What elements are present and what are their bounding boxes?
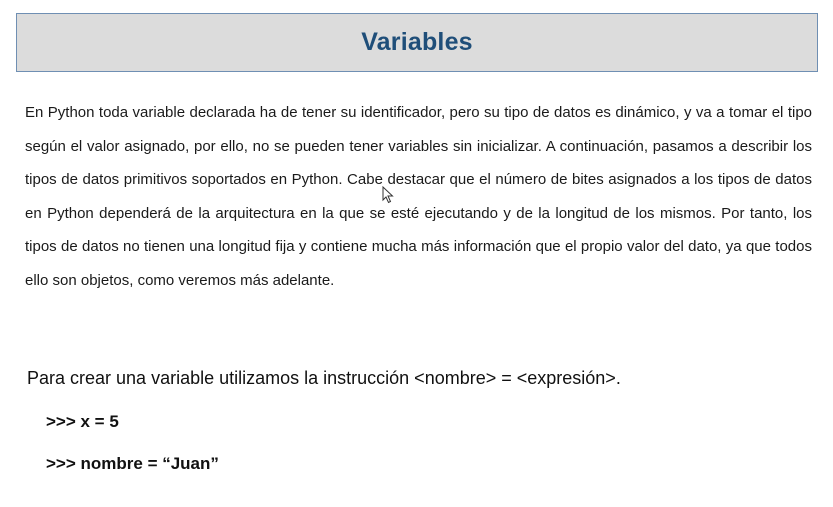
mouse-pointer-icon [382,186,394,204]
code-line-assign-nombre: >>> nombre = “Juan” [46,454,219,473]
page-title: Variables [361,28,473,56]
code-line-assign-x: >>> x = 5 [46,412,119,431]
title-banner: Variables [16,13,818,72]
body-paragraph: En Python toda variable declarada ha de … [25,104,812,289]
intro-text: Para crear una variable utilizamos la in… [27,368,621,388]
